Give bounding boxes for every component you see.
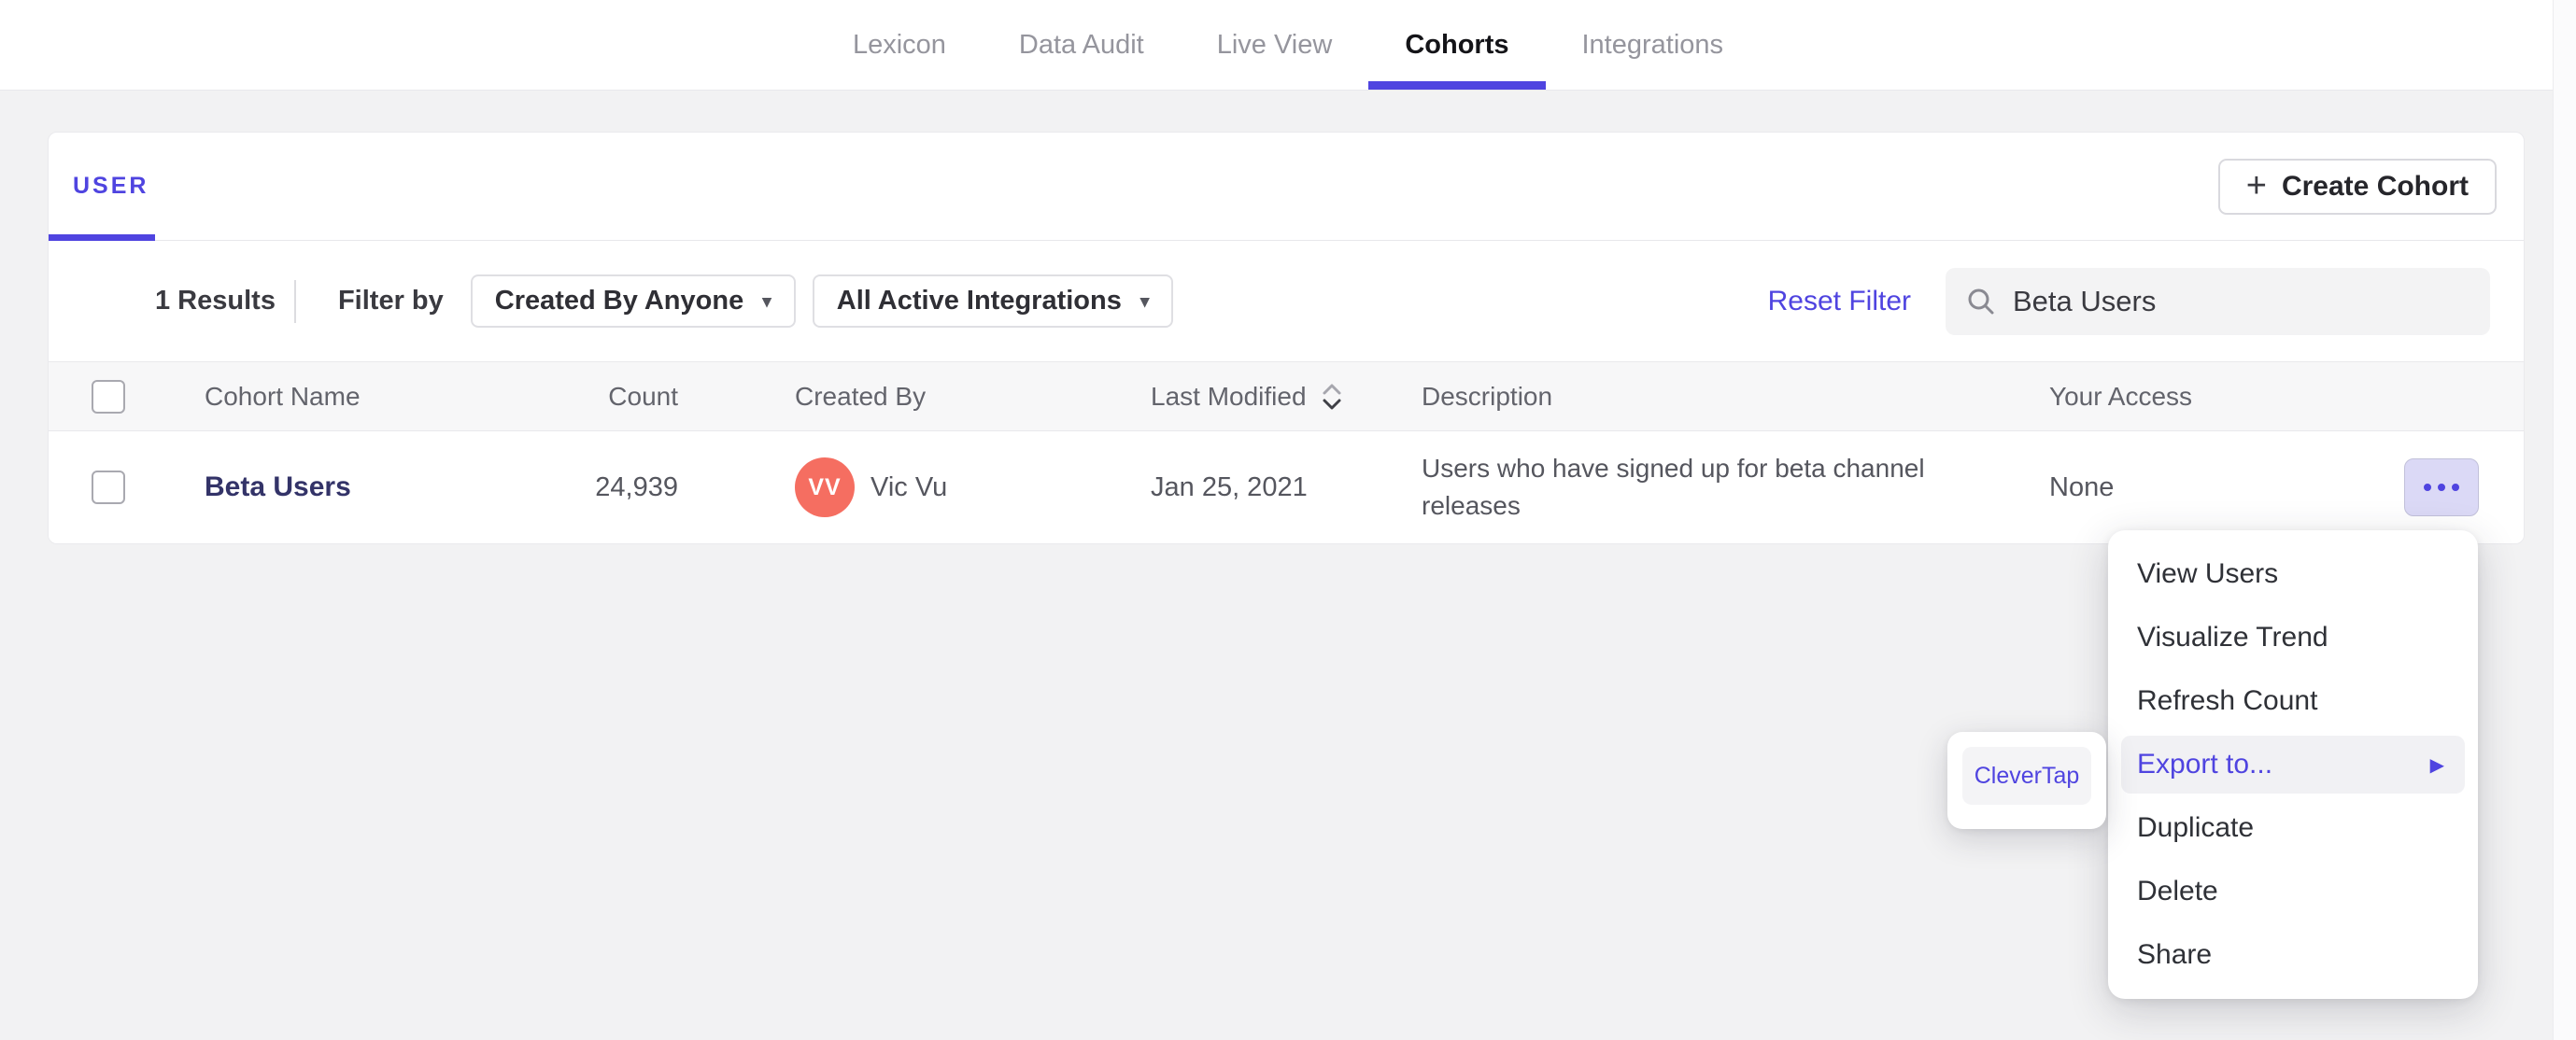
header-cohort-name: Cohort Name [205,381,361,411]
avatar: VV [795,457,855,517]
filter-by-label: Filter by [337,286,444,316]
submenu-item-clevertap[interactable]: CleverTap [1962,747,2091,805]
filter-bar: 1 Results Filter by Created By Anyone ▾ … [49,241,2524,361]
select-all-checkbox[interactable] [92,379,125,414]
created-by-dropdown-value: Created By Anyone [494,286,744,316]
integrations-dropdown-value: All Active Integrations [836,286,1122,316]
chevron-down-icon: ▾ [1139,292,1150,312]
cohort-name-cell: Beta Users [174,471,581,503]
header-your-access: Your Access [2049,381,2193,411]
row-context-menu: View Users Visualize Trend Refresh Count… [2108,530,2478,999]
your-access-value: None [2049,471,2115,502]
row-checkbox-cell [49,471,174,504]
panel-tabs-row: USER + Create Cohort [49,133,2524,241]
reset-filter-link[interactable]: Reset Filter [1768,286,1911,317]
menu-item-delete[interactable]: Delete [2108,860,2478,923]
tab-user[interactable]: USER [73,133,149,240]
created-by-cell: VV Vic Vu [693,457,1095,517]
search-input[interactable] [2013,284,2470,318]
create-cohort-button[interactable]: + Create Cohort [2217,159,2497,215]
cohort-description: Users who have signed up for beta channe… [1422,454,1925,520]
row-checkbox[interactable] [92,471,125,504]
menu-item-share[interactable]: Share [2108,923,2478,987]
nav-tab-label: Lexicon [852,29,946,60]
export-submenu: CleverTap [1947,732,2106,829]
nav-tab-cohorts[interactable]: Cohorts [1368,0,1546,90]
menu-item-duplicate[interactable]: Duplicate [2108,796,2478,860]
create-cohort-label: Create Cohort [2281,171,2469,202]
vertical-scrollbar[interactable] [2553,0,2576,1040]
header-count: Count [608,381,678,411]
user-tab-underline [49,234,155,241]
nav-tab-label: Cohorts [1405,29,1509,60]
tab-user-label: USER [73,173,149,199]
plus-icon: + [2245,165,2267,205]
sort-icon[interactable] [1320,382,1344,412]
menu-item-refresh-count[interactable]: Refresh Count [2108,669,2478,733]
nav-tab-label: Live View [1216,29,1333,60]
cohorts-panel: USER + Create Cohort 1 Results Filter by… [48,132,2525,544]
search-icon [1968,288,1994,314]
active-tab-underline [1368,81,1546,90]
dot-icon [2424,484,2431,491]
menu-item-export-label: Export to... [2137,749,2273,780]
created-by-dropdown[interactable]: Created By Anyone ▾ [470,274,796,328]
row-actions-cell [2281,458,2524,516]
submenu-arrow-icon: ▶ [2429,754,2444,776]
divider [293,279,296,323]
creator-name: Vic Vu [870,471,948,502]
last-modified-cell: Jan 25, 2021 [1095,472,1375,503]
nav-tab-label: Data Audit [1018,29,1144,60]
results-count: 1 Results [155,286,276,316]
row-overflow-menu-button[interactable] [2404,458,2479,516]
nav-tab-lexicon[interactable]: Lexicon [816,0,983,90]
header-last-modified-label: Last Modified [1151,381,1307,411]
last-modified-value: Jan 25, 2021 [1151,471,1308,502]
top-navigation-bar: Lexicon Data Audit Live View Cohorts Int… [0,0,2576,91]
dot-icon [2452,484,2459,491]
cohort-count: 24,939 [595,471,678,502]
chevron-down-icon: ▾ [762,292,771,312]
cohort-name-link[interactable]: Beta Users [205,471,351,502]
nav-tab-label: Integrations [1581,29,1724,60]
header-checkbox-cell [49,379,174,414]
table-header-row: Cohort Name Count Created By Last Modifi… [49,361,2524,431]
dot-icon [2438,484,2445,491]
menu-item-view-users[interactable]: View Users [2108,542,2478,606]
header-description: Description [1422,381,1553,411]
integrations-dropdown[interactable]: All Active Integrations ▾ [812,274,1174,328]
table-row: Beta Users 24,939 VV Vic Vu Jan 25, 2021… [49,431,2524,543]
menu-item-export-to[interactable]: Export to... ▶ [2121,736,2465,794]
nav-tab-data-audit[interactable]: Data Audit [983,0,1181,90]
menu-item-visualize-trend[interactable]: Visualize Trend [2108,606,2478,669]
search-box [1946,267,2490,335]
nav-tab-integrations[interactable]: Integrations [1546,0,1761,90]
header-created-by: Created By [795,381,927,411]
nav-tab-live-view[interactable]: Live View [1181,0,1369,90]
header-last-modified[interactable]: Last Modified [1095,382,1375,412]
